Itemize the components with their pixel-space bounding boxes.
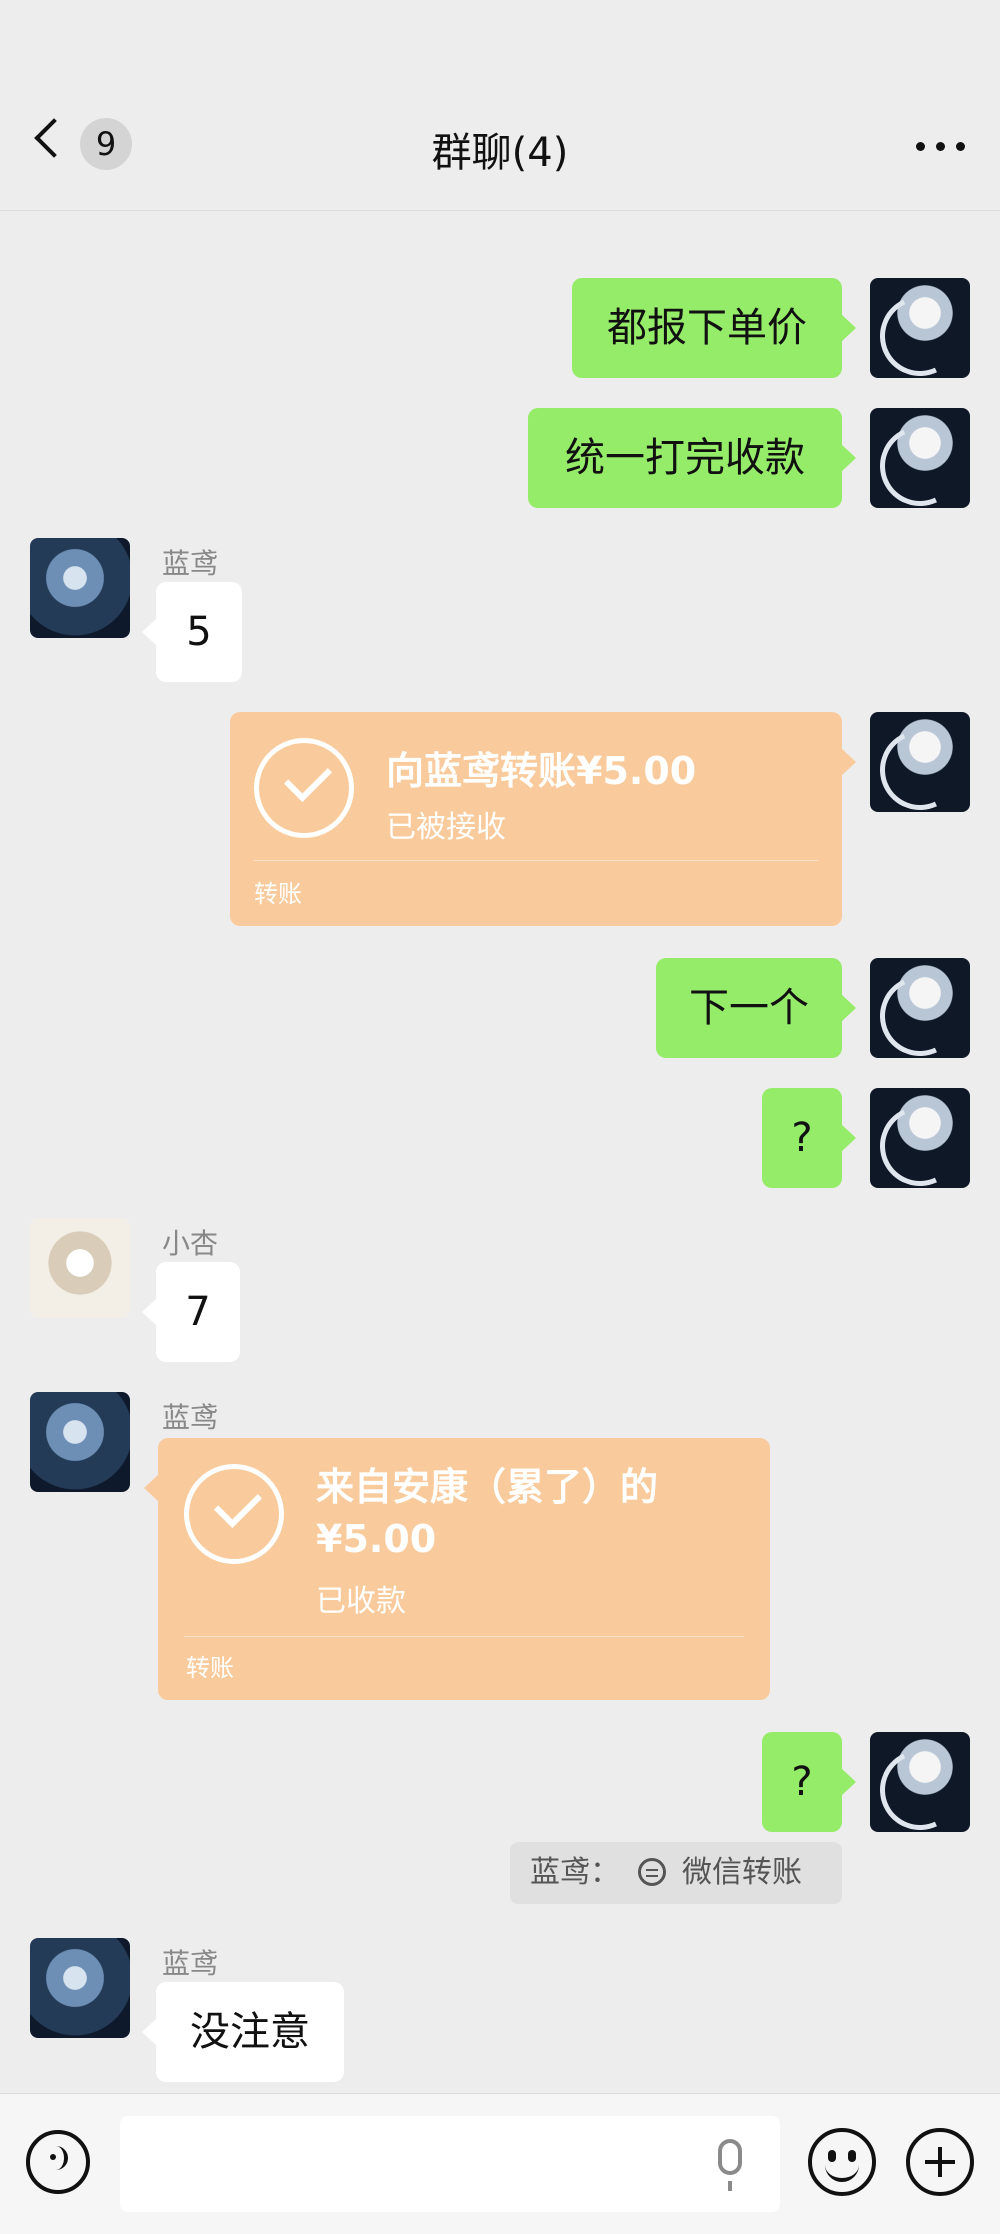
- my-avatar[interactable]: [870, 958, 970, 1058]
- lanyuan-avatar[interactable]: [30, 1938, 130, 2038]
- transfer-footer: 转账: [186, 1654, 234, 1682]
- other-message-bubble[interactable]: 7: [142, 1262, 240, 1362]
- transfer-amount: ¥5.00: [316, 1517, 437, 1561]
- sender-name: 小杏: [162, 1227, 219, 1260]
- lanyuan-avatar[interactable]: [30, 538, 130, 638]
- lanyuan-avatar[interactable]: [30, 1392, 130, 1492]
- my-message-bubble[interactable]: ?: [762, 1732, 856, 1832]
- transfer-divider: [184, 1636, 744, 1637]
- transfer-swap-icon: [638, 1858, 666, 1886]
- sender-name: 蓝鸢: [162, 1401, 219, 1434]
- my-message-bubble[interactable]: 都报下单价: [572, 278, 856, 378]
- transfer-title: 向蓝鸢转账¥5.00: [386, 749, 697, 793]
- more-dots-icon[interactable]: [916, 142, 966, 152]
- chat-title: 群聊(4): [431, 130, 569, 176]
- emoji-icon[interactable]: [808, 2128, 876, 2196]
- notice-text: 微信转账: [682, 1855, 802, 1890]
- other-message-bubble[interactable]: 没注意: [142, 1982, 344, 2082]
- other-message-bubble[interactable]: 5: [142, 582, 242, 682]
- check-circle-icon: [254, 738, 354, 838]
- transfer-status: 已收款: [316, 1584, 406, 1619]
- my-avatar[interactable]: [870, 278, 970, 378]
- check-circle-icon: [184, 1464, 284, 1564]
- transfer-card-received[interactable]: 来自安康（累了）的 ¥5.00 已收款 转账: [144, 1438, 770, 1700]
- my-avatar[interactable]: [870, 1088, 970, 1188]
- sender-name: 蓝鸢: [162, 1947, 219, 1980]
- message-input[interactable]: [120, 2116, 780, 2212]
- my-avatar[interactable]: [870, 408, 970, 508]
- transfer-quote-notice[interactable]: 蓝鸢： 微信转账: [510, 1842, 842, 1904]
- transfer-card-sent[interactable]: 向蓝鸢转账¥5.00 已被接收 转账: [230, 712, 856, 926]
- transfer-divider: [254, 860, 818, 861]
- my-message-bubble[interactable]: 统一打完收款: [528, 408, 856, 508]
- transfer-status: 已被接收: [386, 810, 506, 845]
- xiaoxing-avatar[interactable]: [30, 1218, 130, 1318]
- my-avatar[interactable]: [870, 712, 970, 812]
- sender-name: 蓝鸢: [162, 547, 219, 580]
- transfer-title-line1: 来自安康（累了）的: [316, 1465, 659, 1509]
- chat-header: 9 群聊(4): [0, 0, 1000, 211]
- my-message-bubble[interactable]: ?: [762, 1088, 856, 1188]
- transfer-footer: 转账: [254, 880, 302, 908]
- microphone-icon[interactable]: [718, 2139, 742, 2191]
- plus-icon[interactable]: [906, 2128, 974, 2196]
- my-message-bubble[interactable]: 下一个: [656, 958, 856, 1058]
- input-bar: [0, 2093, 1000, 2234]
- my-avatar[interactable]: [870, 1732, 970, 1832]
- voice-icon[interactable]: [26, 2130, 90, 2194]
- notice-sender: 蓝鸢：: [530, 1855, 620, 1890]
